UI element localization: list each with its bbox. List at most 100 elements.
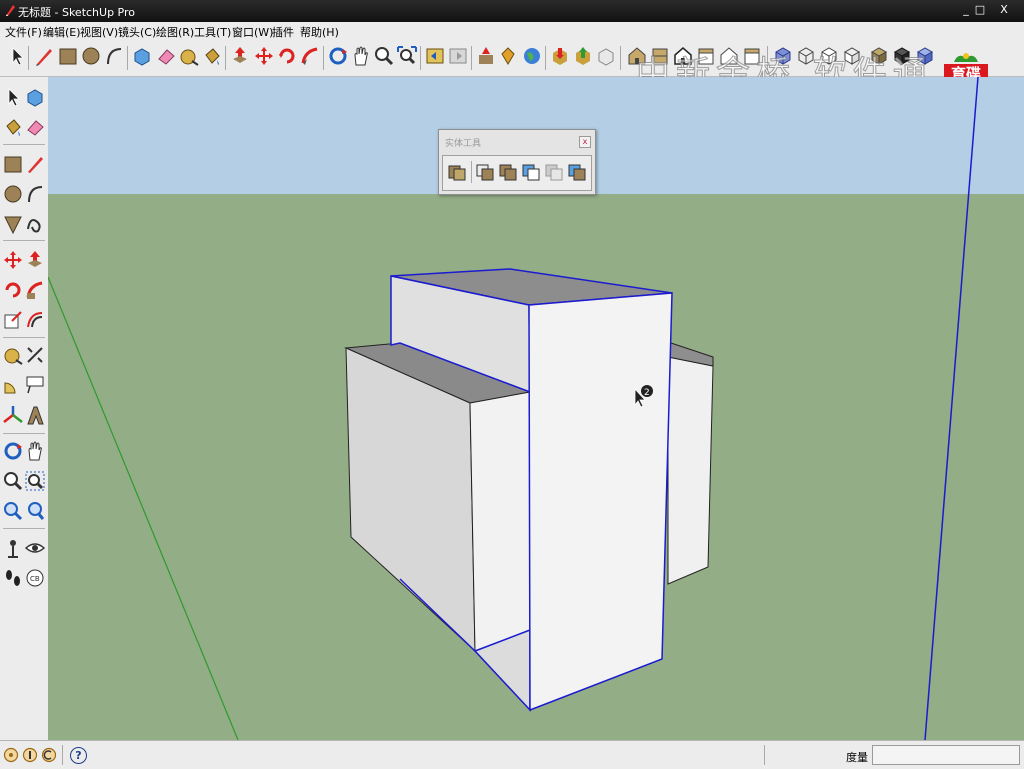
zoom-icon bbox=[375, 47, 394, 66]
follow-me-icon[interactable] bbox=[24, 279, 46, 301]
share-model-icon bbox=[576, 47, 590, 65]
zoom-tool-button[interactable] bbox=[373, 45, 395, 71]
pencil-tool-button[interactable] bbox=[33, 45, 55, 71]
follow-me-button[interactable] bbox=[299, 45, 321, 71]
polygon-icon[interactable] bbox=[2, 213, 24, 235]
orbit-icon[interactable] bbox=[2, 440, 24, 462]
leaf-icon bbox=[954, 53, 978, 62]
menu-window[interactable]: 窗口(W) bbox=[232, 24, 273, 40]
geo-location-icon bbox=[479, 47, 493, 64]
sketchup-app-icon[interactable] bbox=[4, 4, 16, 17]
freehand-icon[interactable] bbox=[24, 213, 46, 235]
axes-icon[interactable] bbox=[2, 404, 24, 426]
move-tool-button[interactable] bbox=[253, 45, 275, 71]
section-plane-icon[interactable]: CB bbox=[24, 567, 46, 589]
measurements-label: 度量 bbox=[846, 751, 868, 764]
zoom-extents-button[interactable] bbox=[396, 45, 418, 71]
paint-bucket-icon[interactable] bbox=[2, 116, 24, 138]
left-wing-front-face[interactable] bbox=[469, 391, 531, 652]
rotate-icon[interactable] bbox=[2, 279, 24, 301]
geo-location-status-icon[interactable] bbox=[3, 746, 19, 764]
menu-file[interactable]: 文件(F) bbox=[5, 24, 42, 40]
tape-measure-button[interactable] bbox=[178, 45, 200, 71]
hand-icon bbox=[354, 46, 368, 66]
zoom-extents-icon[interactable] bbox=[24, 500, 46, 522]
google-earth-button[interactable] bbox=[521, 45, 543, 71]
scale-icon[interactable] bbox=[2, 309, 24, 331]
select-tool-button[interactable] bbox=[6, 45, 28, 71]
push-pull-icon bbox=[233, 47, 247, 63]
paint-bucket-button[interactable] bbox=[201, 45, 223, 71]
intersect-icon[interactable] bbox=[474, 161, 496, 183]
circle-icon[interactable] bbox=[2, 183, 24, 205]
right-wing-side-face[interactable] bbox=[667, 356, 714, 585]
help-icon[interactable]: ? bbox=[70, 747, 87, 764]
tape-measure-icon[interactable] bbox=[2, 344, 24, 366]
text-tool-icon[interactable] bbox=[24, 374, 46, 396]
close-button[interactable]: X bbox=[996, 2, 1012, 18]
trim-icon[interactable] bbox=[543, 161, 565, 183]
previous-view-icon[interactable] bbox=[2, 500, 24, 522]
rectangle-icon[interactable] bbox=[2, 153, 24, 175]
circle-tool-button[interactable] bbox=[80, 45, 102, 71]
arc-icon[interactable] bbox=[24, 183, 46, 205]
hand-icon[interactable] bbox=[24, 440, 46, 462]
share-model-button[interactable] bbox=[572, 45, 594, 71]
push-pull-icon[interactable] bbox=[24, 249, 46, 271]
menu-draw[interactable]: 绘图(R) bbox=[156, 24, 194, 40]
eraser-tool-button[interactable] bbox=[155, 45, 177, 71]
circle-icon bbox=[82, 47, 100, 65]
look-around-icon[interactable] bbox=[24, 537, 46, 559]
previous-view-button[interactable] bbox=[424, 45, 446, 71]
next-view-button[interactable] bbox=[447, 45, 469, 71]
protractor-icon[interactable] bbox=[2, 374, 24, 396]
next-view-icon bbox=[449, 48, 467, 64]
share-component-button[interactable] bbox=[595, 45, 617, 71]
pencil-icon[interactable] bbox=[24, 153, 46, 175]
zoom-window-icon[interactable] bbox=[24, 470, 46, 492]
menu-edit[interactable]: 编辑(E) bbox=[43, 24, 81, 40]
restore-button[interactable]: □ bbox=[972, 2, 988, 18]
subtract-icon[interactable] bbox=[520, 161, 542, 183]
menu-camera[interactable]: 镜头(C) bbox=[118, 24, 156, 40]
offset-icon[interactable] bbox=[24, 309, 46, 331]
solid-tools-panel[interactable]: 实体工具 x bbox=[438, 129, 596, 195]
3d-text-icon[interactable] bbox=[24, 404, 46, 426]
position-camera-icon[interactable] bbox=[2, 537, 24, 559]
menu-tools[interactable]: 工具(T) bbox=[194, 24, 231, 40]
panel-close-button[interactable]: x bbox=[579, 136, 591, 148]
globe-icon bbox=[524, 48, 540, 64]
walk-icon[interactable] bbox=[2, 567, 24, 589]
login-status-icon[interactable] bbox=[41, 746, 57, 764]
measurements-input[interactable] bbox=[872, 745, 1020, 765]
rotate-tool-button[interactable] bbox=[276, 45, 298, 71]
main-box-front-face[interactable] bbox=[528, 292, 673, 712]
add-location-button[interactable] bbox=[498, 45, 520, 71]
menu-view[interactable]: 视图(V) bbox=[80, 24, 118, 40]
move-icon bbox=[255, 47, 273, 65]
select-tool-icon[interactable] bbox=[2, 86, 24, 108]
split-icon[interactable] bbox=[566, 161, 588, 183]
svg-text:CB: CB bbox=[30, 575, 40, 583]
orbit-tool-button[interactable] bbox=[327, 45, 349, 71]
window-title: 无标题 - SketchUp Pro bbox=[18, 6, 136, 19]
credits-status-icon[interactable] bbox=[22, 746, 38, 764]
get-models-button[interactable] bbox=[549, 45, 571, 71]
outer-shell-icon[interactable] bbox=[446, 161, 468, 183]
left-toolbar: CB bbox=[0, 77, 49, 740]
make-component-button[interactable] bbox=[131, 45, 153, 71]
eraser-icon[interactable] bbox=[24, 116, 46, 138]
arc-tool-button[interactable] bbox=[103, 45, 125, 71]
rectangle-tool-button[interactable] bbox=[57, 45, 79, 71]
dimension-icon[interactable] bbox=[24, 344, 46, 366]
make-component-icon[interactable] bbox=[24, 86, 46, 108]
zoom-icon[interactable] bbox=[2, 470, 24, 492]
push-pull-button[interactable] bbox=[229, 45, 251, 71]
menu-plugins[interactable]: 插件 bbox=[272, 24, 294, 40]
menu-help[interactable]: 帮助(H) bbox=[300, 24, 339, 40]
union-icon[interactable] bbox=[497, 161, 519, 183]
arrow-cursor-icon bbox=[12, 47, 24, 66]
move-icon[interactable] bbox=[2, 249, 24, 271]
pan-tool-button[interactable] bbox=[350, 45, 372, 71]
geo-location-button[interactable] bbox=[475, 45, 497, 71]
